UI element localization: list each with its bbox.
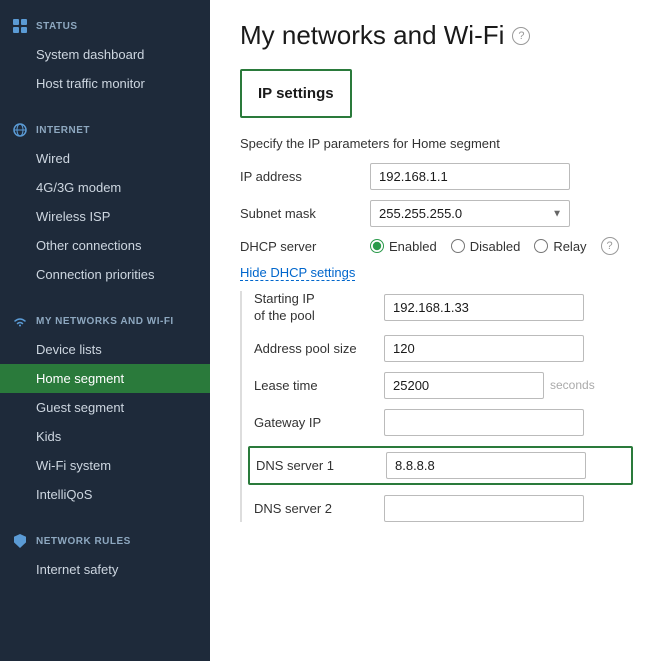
ip-address-row: IP address — [240, 163, 633, 190]
lease-time-suffix: seconds — [550, 378, 595, 392]
main-content: My networks and Wi-Fi ? IP settings Spec… — [210, 0, 663, 661]
wifi-icon — [12, 313, 28, 329]
dns-server1-input[interactable] — [386, 452, 586, 479]
grid-icon — [12, 18, 28, 34]
sidebar-item-host-traffic-monitor[interactable]: Host traffic monitor — [0, 69, 210, 98]
sidebar-item-wifi-system[interactable]: Wi-Fi system — [0, 451, 210, 480]
section-description: Specify the IP parameters for Home segme… — [240, 136, 633, 151]
dns-server2-label: DNS server 2 — [254, 501, 374, 516]
page-title: My networks and Wi-Fi — [240, 20, 504, 51]
shield-icon — [12, 533, 28, 549]
ip-settings-title: IP settings — [258, 85, 334, 102]
sidebar-section-internet: Internet Wired 4G/3G modem Wireless ISP … — [0, 104, 210, 295]
dns-server2-input[interactable] — [384, 495, 584, 522]
sidebar-item-other-connections[interactable]: Other connections — [0, 231, 210, 260]
ip-settings-card: IP settings — [240, 69, 352, 118]
dhcp-expanded-section: Starting IPof the pool Address pool size… — [240, 291, 633, 522]
page-title-row: My networks and Wi-Fi ? — [240, 20, 633, 51]
sidebar-section-my-networks: My Networks and Wi-Fi Device lists Home … — [0, 295, 210, 515]
sidebar-item-kids[interactable]: Kids — [0, 422, 210, 451]
sidebar-item-internet-safety[interactable]: Internet safety — [0, 555, 210, 584]
starting-ip-label: Starting IPof the pool — [254, 291, 374, 325]
subnet-mask-label: Subnet mask — [240, 206, 360, 221]
sidebar-section-network-rules: Network Rules Internet safety — [0, 515, 210, 590]
address-pool-label: Address pool size — [254, 341, 374, 356]
dhcp-disabled-option[interactable]: Disabled — [451, 239, 521, 254]
ip-address-label: IP address — [240, 169, 360, 184]
lease-time-label: Lease time — [254, 378, 374, 393]
status-section-header: Status — [0, 14, 210, 40]
gateway-ip-label: Gateway IP — [254, 415, 374, 430]
dhcp-enabled-label: Enabled — [389, 239, 437, 254]
dns-server1-row: DNS server 1 — [248, 446, 633, 485]
dhcp-server-row: DHCP server Enabled Disabled Relay ? — [240, 237, 633, 255]
subnet-mask-select[interactable]: 255.255.255.0 255.255.0.0 255.0.0.0 — [370, 200, 570, 227]
sidebar-item-device-lists[interactable]: Device lists — [0, 335, 210, 364]
hide-dhcp-link[interactable]: Hide DHCP settings — [240, 265, 355, 281]
lease-time-group: seconds — [384, 372, 595, 399]
starting-ip-row: Starting IPof the pool — [254, 291, 633, 325]
sidebar-item-system-dashboard[interactable]: System dashboard — [0, 40, 210, 69]
sidebar-item-guest-segment[interactable]: Guest segment — [0, 393, 210, 422]
dhcp-relay-option[interactable]: Relay — [534, 239, 586, 254]
internet-section-header: Internet — [0, 118, 210, 144]
lease-time-row: Lease time seconds — [254, 372, 633, 399]
dns-server1-label: DNS server 1 — [256, 458, 376, 473]
address-pool-input[interactable] — [384, 335, 584, 362]
dns-server2-row: DNS server 2 — [254, 495, 633, 522]
dhcp-disabled-label: Disabled — [470, 239, 521, 254]
sidebar-item-4g3g-modem[interactable]: 4G/3G modem — [0, 173, 210, 202]
subnet-mask-row: Subnet mask 255.255.255.0 255.255.0.0 25… — [240, 200, 633, 227]
lease-time-input[interactable] — [384, 372, 544, 399]
subnet-mask-wrapper: 255.255.255.0 255.255.0.0 255.0.0.0 ▼ — [370, 200, 570, 227]
page-help-icon[interactable]: ? — [512, 27, 530, 45]
globe-icon — [12, 122, 28, 138]
dhcp-help-icon[interactable]: ? — [601, 237, 619, 255]
gateway-ip-input[interactable] — [384, 409, 584, 436]
sidebar-item-wireless-isp[interactable]: Wireless ISP — [0, 202, 210, 231]
sidebar-item-intelliqos[interactable]: IntelliQoS — [0, 480, 210, 509]
network-rules-section-header: Network Rules — [0, 529, 210, 555]
gateway-ip-row: Gateway IP — [254, 409, 633, 436]
sidebar-item-connection-priorities[interactable]: Connection priorities — [0, 260, 210, 289]
sidebar: Status System dashboard Host traffic mon… — [0, 0, 210, 661]
dhcp-radio-group: Enabled Disabled Relay ? — [370, 237, 619, 255]
sidebar-section-status: Status System dashboard Host traffic mon… — [0, 0, 210, 104]
dhcp-enabled-option[interactable]: Enabled — [370, 239, 437, 254]
starting-ip-input[interactable] — [384, 294, 584, 321]
my-networks-section-header: My Networks and Wi-Fi — [0, 309, 210, 335]
sidebar-item-wired[interactable]: Wired — [0, 144, 210, 173]
dhcp-server-label: DHCP server — [240, 239, 360, 254]
dhcp-relay-label: Relay — [553, 239, 586, 254]
sidebar-item-home-segment[interactable]: Home segment — [0, 364, 210, 393]
ip-address-input[interactable] — [370, 163, 570, 190]
address-pool-row: Address pool size — [254, 335, 633, 362]
